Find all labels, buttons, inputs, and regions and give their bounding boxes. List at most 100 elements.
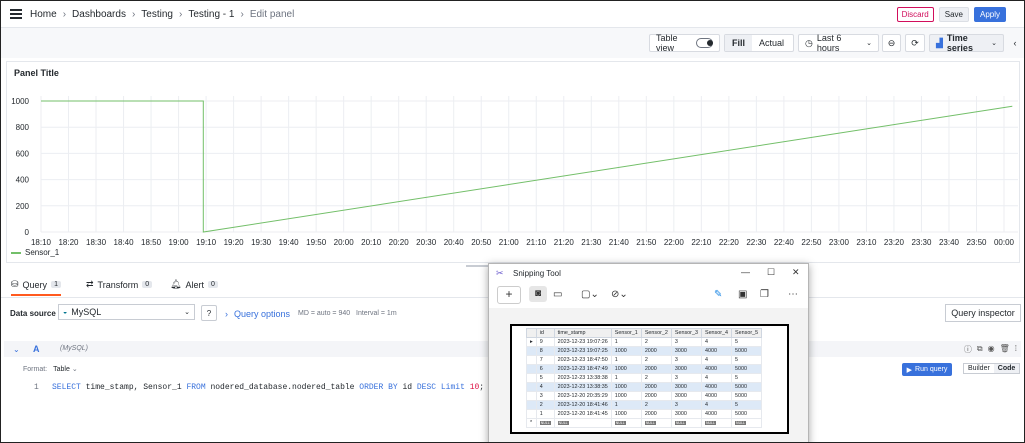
x-tick-label: 19:50	[306, 238, 327, 247]
x-tick-label: 00:00	[994, 238, 1015, 247]
breadcrumb-home[interactable]: Home	[30, 9, 57, 20]
table-cell: 2000	[640, 409, 672, 419]
x-tick-label: 19:40	[279, 238, 300, 247]
x-tick-label: 22:40	[774, 238, 795, 247]
panel-title: Panel Title	[14, 68, 59, 78]
run-query-button[interactable]: ▶ Run query	[902, 363, 952, 376]
query-options-label: Query options	[234, 309, 291, 319]
query-ref-id[interactable]: A	[33, 344, 40, 354]
chart-legend[interactable]: Sensor_1	[11, 248, 59, 257]
table-view-toggle[interactable]: Table view	[649, 33, 720, 53]
table-cell: 4000	[700, 364, 733, 374]
new-snip-icon[interactable]: +	[497, 286, 521, 304]
tab-alert[interactable]: 🔔︎ Alert 0	[170, 279, 218, 290]
chevron-left-icon: ‹	[1013, 38, 1017, 48]
delete-icon[interactable]: 🗑︎	[1000, 344, 1010, 355]
table-cell: NULL	[553, 418, 612, 428]
table-cell: 5	[731, 373, 763, 383]
resize-splitter[interactable]	[466, 265, 490, 267]
collapse-query-icon[interactable]: ⌄	[13, 345, 20, 354]
maximize-icon[interactable]: ☐	[767, 267, 775, 278]
table-cell: 5000	[731, 409, 763, 419]
column-header: id	[535, 328, 555, 338]
close-icon[interactable]: ✕	[792, 267, 800, 278]
tab-transform[interactable]: ⇄ Transform 0	[86, 279, 153, 290]
fill-actual-switch: Fill Actual	[724, 34, 794, 52]
run-query-label: Run query	[915, 366, 948, 373]
edit-icon[interactable]: ✎	[714, 289, 722, 300]
datasource-select[interactable]: ◒ MySQL ⌄	[58, 304, 195, 320]
row-selector: ▸	[526, 337, 537, 347]
visualization-picker[interactable]: ▟ Time series ⌄	[929, 33, 1004, 53]
table-row: 8 2023-12-23 19:07:25 1000 2000 3000 4000 5000	[526, 346, 763, 356]
timer-icon[interactable]: ⊘⌄	[611, 289, 628, 300]
apply-button[interactable]: Apply	[973, 7, 1006, 22]
chevron-down-icon: ⌄	[71, 366, 78, 373]
help-icon[interactable]: ⓘ	[964, 344, 972, 355]
save-icon[interactable]: ▣	[738, 289, 747, 300]
table-cell: 4	[700, 337, 733, 347]
refresh-icon: ⟳	[911, 37, 919, 48]
more-icon[interactable]: ⋯	[788, 289, 798, 300]
query-options-toggle[interactable]: › Query options	[225, 309, 290, 319]
column-header: Sensor_1	[610, 328, 642, 338]
copy-icon[interactable]: ❐	[760, 289, 769, 300]
y-tick-label: 600	[16, 149, 30, 158]
code-mode[interactable]: Code	[993, 364, 1020, 373]
table-cell: NULL	[700, 418, 733, 428]
x-tick-label: 23:00	[829, 238, 850, 247]
eye-icon[interactable]: ◉	[988, 344, 995, 355]
sql-token: ORDER BY	[359, 383, 398, 392]
x-tick-label: 21:30	[581, 238, 602, 247]
table-cell: 2	[640, 373, 672, 383]
discard-button[interactable]: Discard	[896, 7, 934, 22]
duplicate-icon[interactable]: ⧉	[977, 344, 983, 355]
null-badge: NULL	[735, 421, 746, 425]
table-cell: 3	[670, 337, 702, 347]
snip-mode-icon[interactable]: ▢⌄	[581, 289, 599, 300]
query-datasource: (MySQL)	[60, 345, 88, 352]
top-bar: Home › Dashboards › Testing › Testing - …	[1, 1, 1024, 28]
breadcrumb-dashboard[interactable]: Testing - 1	[188, 9, 234, 20]
save-button[interactable]: Save	[938, 7, 969, 22]
actual-option[interactable]: Actual	[752, 38, 791, 48]
zoom-out-button[interactable]: ⊖	[882, 34, 901, 52]
table-cell: 2	[640, 337, 672, 347]
table-cell: 2000	[640, 364, 672, 374]
fill-option[interactable]: Fill	[725, 35, 752, 51]
row-selector	[526, 391, 537, 401]
table-cell: 2023-12-23 18:47:49	[553, 364, 612, 374]
chevron-down-icon: ⌄	[991, 40, 997, 47]
refresh-button[interactable]: ⟳	[905, 34, 925, 52]
format-selector[interactable]: Format: Table ⌄	[23, 365, 78, 373]
breadcrumb-testing[interactable]: Testing	[141, 9, 173, 20]
minimize-icon[interactable]: —	[741, 267, 750, 277]
breadcrumb-dashboards[interactable]: Dashboards	[72, 9, 126, 20]
column-header: Sensor_5	[731, 328, 763, 338]
menu-icon[interactable]	[10, 7, 22, 21]
row-selector-header	[526, 328, 537, 338]
y-tick-label: 400	[16, 176, 30, 185]
snipping-toolbar: + ◙ ▭ ▢⌄ ⊘⌄ ✎ ▣ ❐ ⋯	[489, 282, 808, 308]
builder-mode[interactable]: Builder	[964, 364, 994, 373]
null-badge: NULL	[614, 421, 626, 425]
table-view-label: Table view	[656, 33, 678, 53]
tab-label: Query	[22, 279, 48, 290]
query-inspector-button[interactable]: Query inspector	[945, 304, 1021, 322]
row-selector	[526, 382, 537, 392]
sql-token: id	[397, 383, 417, 392]
mysql-icon: ◒	[63, 308, 68, 316]
camera-icon[interactable]: ◙	[529, 286, 547, 302]
table-cell: 2000	[640, 346, 672, 356]
sql-editor[interactable]: SELECT time_stamp, Sensor_1 FROM nodered…	[52, 383, 484, 392]
help-icon[interactable]: ?	[201, 305, 217, 321]
chevron-right-icon: ›	[225, 309, 228, 319]
tab-query[interactable]: ⛁ Query 1	[11, 279, 61, 296]
x-tick-label: 18:40	[114, 238, 135, 247]
time-range-picker[interactable]: ◷ Last 6 hours ⌄	[798, 33, 879, 53]
drag-handle-icon[interactable]: ⁞	[1015, 344, 1017, 355]
video-icon[interactable]: ▭	[553, 289, 562, 300]
sql-token: 10	[469, 383, 480, 392]
table-cell: 4000	[700, 409, 733, 419]
collapse-options-button[interactable]: ‹	[1008, 34, 1022, 52]
